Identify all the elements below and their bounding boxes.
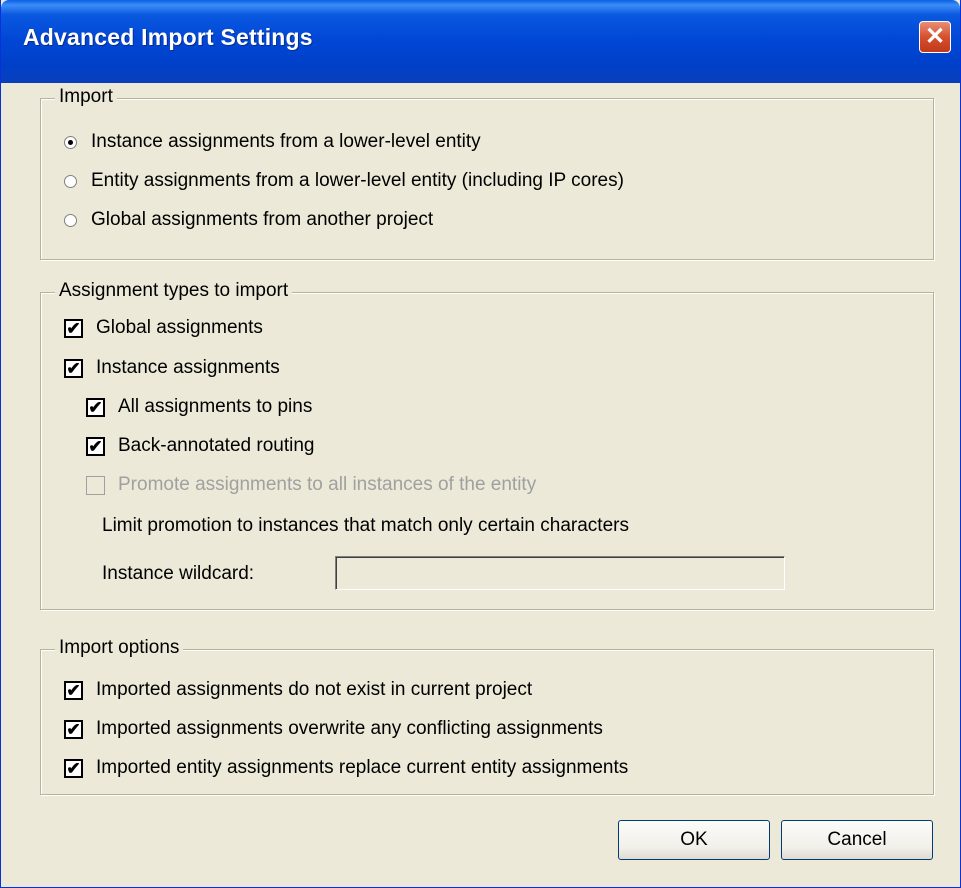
import-options-group: Import options ✔ Imported assignments do… — [40, 637, 934, 795]
assignment-types-legend: Assignment types to import — [55, 280, 293, 302]
checkbox-label-replace: Imported entity assignments replace curr… — [96, 757, 629, 778]
radio-label-entity: Entity assignments from a lower-level en… — [91, 170, 624, 191]
checkbox-label-instance: Instance assignments — [96, 357, 280, 378]
checkbox-checked[interactable]: ✔ — [64, 318, 83, 338]
checkbox-checked[interactable]: ✔ — [64, 758, 83, 778]
checkbox-label-pins: All assignments to pins — [118, 396, 313, 417]
checkbox-label-overwrite: Imported assignments overwrite any confl… — [96, 718, 603, 739]
import-options-legend: Import options — [55, 637, 184, 659]
radio-button-selected[interactable] — [64, 135, 77, 149]
radio-label-instance: Instance assignments from a lower-level … — [91, 131, 481, 152]
checkbox-all-assignments-to-pins[interactable]: ✔ All assignments to pins — [86, 394, 312, 420]
radio-label-global: Global assignments from another project — [91, 209, 434, 230]
checkbox-label-global: Global assignments — [96, 317, 263, 338]
ok-button[interactable]: OK — [618, 820, 770, 860]
radio-button[interactable] — [64, 213, 77, 227]
import-group: Import Instance assignments from a lower… — [40, 86, 934, 260]
cancel-button[interactable]: Cancel — [781, 820, 933, 860]
checkbox-checked[interactable]: ✔ — [86, 397, 105, 417]
dialog-window: Advanced Import Settings ✕ Import Instan… — [0, 0, 961, 888]
checkbox-back-annotated-routing[interactable]: ✔ Back-annotated routing — [86, 433, 314, 459]
instance-wildcard-field — [335, 556, 785, 590]
checkbox-disabled — [86, 475, 105, 495]
checkbox-instance-assignments[interactable]: ✔ Instance assignments — [64, 355, 280, 381]
limit-promotion-text: Limit promotion to instances that match … — [102, 515, 629, 536]
import-group-legend: Import — [55, 86, 117, 108]
checkbox-checked[interactable]: ✔ — [86, 436, 105, 456]
checkbox-checked[interactable]: ✔ — [64, 719, 83, 739]
checkbox-promote-assignments: Promote assignments to all instances of … — [86, 472, 536, 498]
checkbox-entity-assignments-replace[interactable]: ✔ Imported entity assignments replace cu… — [64, 755, 628, 781]
checkbox-global-assignments[interactable]: ✔ Global assignments — [64, 315, 263, 341]
radio-instance-assignments[interactable]: Instance assignments from a lower-level … — [64, 129, 481, 155]
radio-entity-assignments[interactable]: Entity assignments from a lower-level en… — [64, 168, 624, 194]
close-icon: ✕ — [924, 23, 946, 50]
title-bar[interactable]: Advanced Import Settings ✕ — [1, 0, 960, 83]
instance-wildcard-label: Instance wildcard: — [102, 563, 255, 584]
checkbox-label-promote: Promote assignments to all instances of … — [118, 474, 537, 495]
window-title: Advanced Import Settings — [23, 24, 313, 50]
checkbox-assignments-overwrite[interactable]: ✔ Imported assignments overwrite any con… — [64, 716, 603, 742]
checkbox-assignments-not-exist[interactable]: ✔ Imported assignments do not exist in c… — [64, 677, 532, 703]
radio-global-assignments[interactable]: Global assignments from another project — [64, 207, 433, 233]
checkbox-label-routing: Back-annotated routing — [118, 435, 315, 456]
checkbox-label-not-exist: Imported assignments do not exist in cur… — [96, 679, 533, 700]
close-button[interactable]: ✕ — [919, 21, 951, 53]
radio-button[interactable] — [64, 174, 77, 188]
checkbox-checked[interactable]: ✔ — [64, 358, 83, 378]
checkbox-checked[interactable]: ✔ — [64, 680, 83, 700]
dialog-body: Import Instance assignments from a lower… — [1, 83, 960, 887]
